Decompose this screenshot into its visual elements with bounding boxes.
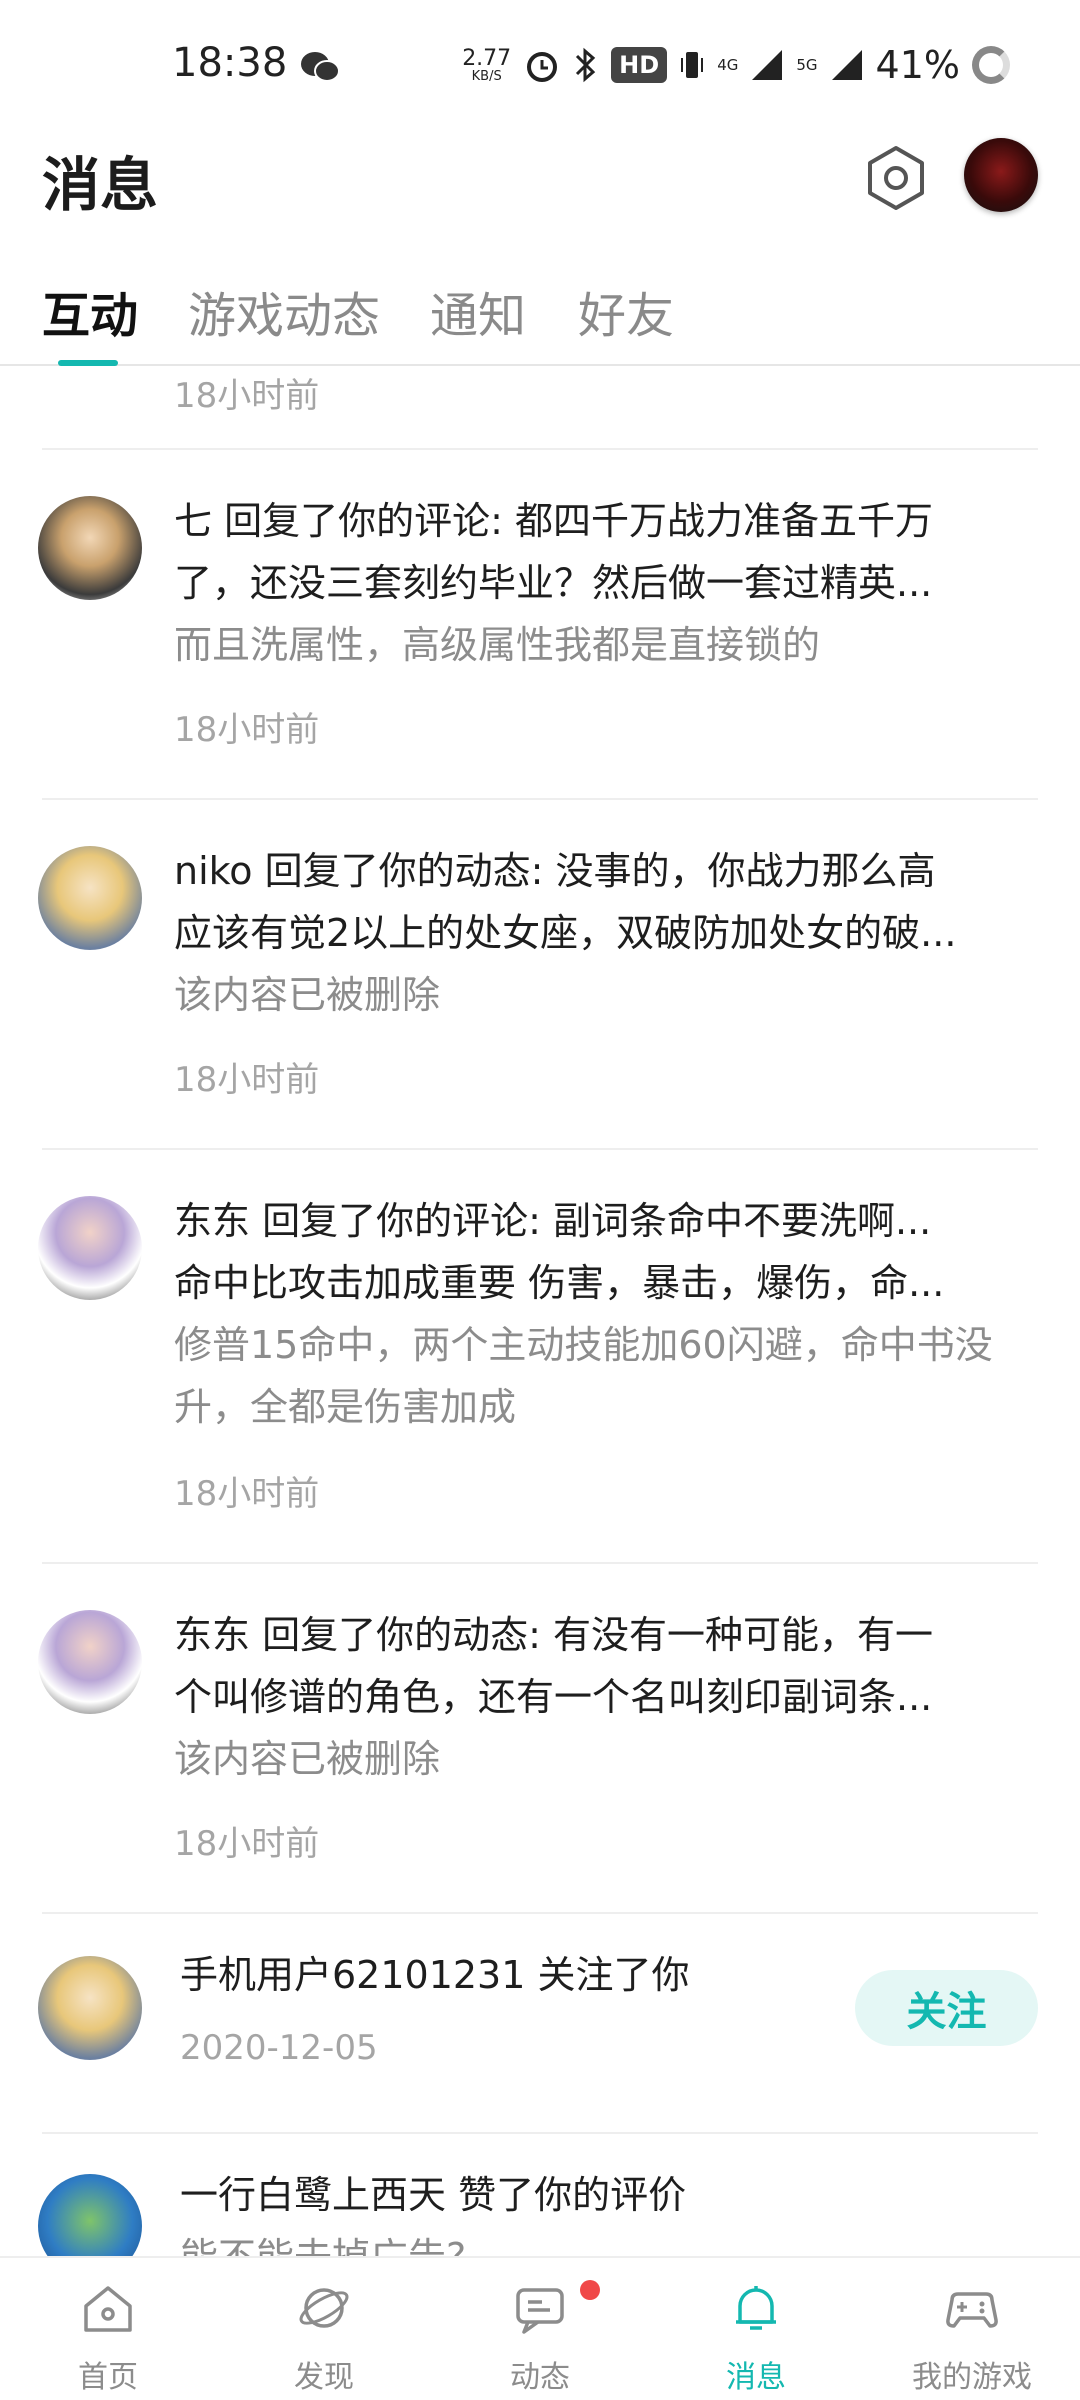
nav-home[interactable]: 首页 (0, 2258, 216, 2400)
message-quote: 该内容已被删除 (174, 1737, 441, 1781)
list-item[interactable]: niko 回复了你的动态: 没事的，你战力那么高 应该有觉2以上的处女座，双破防… (0, 800, 1080, 1148)
status-indicators: 2.77 KB/S HD 4G 5G 41% (462, 40, 1010, 90)
list-item[interactable]: 手机用户62101231 关注了你 2020-12-05 关注 (0, 1914, 1080, 2132)
message-time: 18小时前 (174, 376, 320, 416)
gamepad-icon (946, 2292, 998, 2328)
tab-bar: 互动 游戏动态 通知 好友 (0, 270, 1080, 366)
vibrate-icon (681, 52, 704, 78)
discover-icon (299, 2288, 349, 2328)
status-time: 18:38 (172, 40, 288, 86)
unread-badge (580, 2280, 600, 2300)
list-item[interactable]: 七 回复了你的评论: 都四千万战力准备五千万 了，还没三套刻约毕业？然后做一套过… (0, 450, 1080, 798)
follow-date: 2020-12-05 (180, 2028, 378, 2068)
list-item[interactable]: 东东 回复了你的评论: 副词条命中不要洗啊... 命中比攻击加成重要 伤害，暴击… (0, 1150, 1080, 1562)
avatar[interactable] (38, 496, 142, 600)
wechat-icon (301, 52, 340, 82)
nav-messages[interactable]: 消息 (648, 2258, 864, 2400)
message-time: 18小时前 (174, 1060, 320, 1100)
tab-game-news[interactable]: 游戏动态 (188, 276, 380, 346)
battery-percent: 41% (875, 43, 960, 87)
tab-friends[interactable]: 好友 (578, 276, 674, 346)
avatar[interactable] (38, 1196, 142, 1300)
avatar[interactable] (38, 846, 142, 950)
like-subtext: 能不能去掉广告? (180, 2226, 1036, 2256)
message-list[interactable]: 18小时前 七 回复了你的评论: 都四千万战力准备五千万 了，还没三套刻约毕业？… (0, 366, 1080, 2256)
message-quote: 该内容已被删除 (174, 973, 441, 1017)
message-text: 七 回复了你的评论: 都四千万战力准备五千万 了，还没三套刻约毕业？然后做一套过… (174, 499, 933, 605)
tab-notifications[interactable]: 通知 (430, 276, 526, 346)
user-avatar[interactable] (964, 138, 1038, 212)
message-quote: 而且洗属性，高级属性我都是直接锁的 (174, 623, 821, 667)
page-title: 消息 (42, 151, 159, 219)
bottom-nav: 首页 发现 动态 消息 我的游戏 (0, 2256, 1080, 2400)
nav-discover[interactable]: 发现 (216, 2258, 432, 2400)
header: 消息 (0, 130, 1080, 230)
feed-icon (516, 2288, 564, 2334)
bluetooth-icon (576, 47, 596, 83)
nav-feed[interactable]: 动态 (432, 2258, 648, 2400)
net-speed: 2.77 KB/S (462, 45, 512, 84)
avatar[interactable] (38, 2174, 142, 2256)
like-text: 一行白鹭上西天 赞了你的评价 (180, 2173, 687, 2217)
bell-icon (736, 2286, 776, 2330)
list-item[interactable]: 一行白鹭上西天 赞了你的评价 能不能去掉广告? (0, 2134, 1080, 2256)
message-quote: 修普15命中，两个主动技能加60闪避，命中书没升，全都是伤害加成 (174, 1323, 993, 1429)
message-text: 东东 回复了你的评论: 副词条命中不要洗啊... 命中比攻击加成重要 伤害，暴击… (174, 1199, 945, 1305)
message-time: 18小时前 (174, 710, 320, 750)
follow-button[interactable]: 关注 (855, 1970, 1038, 2046)
home-icon (84, 2286, 132, 2332)
settings-gear-icon[interactable] (864, 144, 928, 212)
network-5g-label: 5G (796, 56, 818, 74)
message-time: 18小时前 (174, 1474, 320, 1514)
message-text: 东东 回复了你的动态: 有没有一种可能，有一 个叫修谱的角色，还有一个名叫刻印副… (174, 1613, 933, 1719)
message-text: niko 回复了你的动态: 没事的，你战力那么高 应该有觉2以上的处女座，双破防… (174, 849, 957, 955)
avatar[interactable] (38, 1610, 142, 1714)
network-4g-label: 4G (717, 56, 739, 74)
list-item[interactable]: 东东 回复了你的动态: 有没有一种可能，有一 个叫修谱的角色，还有一个名叫刻印副… (0, 1564, 1080, 1912)
nav-my-games[interactable]: 我的游戏 (864, 2258, 1080, 2400)
alarm-icon (527, 52, 558, 82)
battery-ring-icon (972, 46, 1010, 84)
status-bar: 18:38 2.77 KB/S HD 4G 5G 41% (0, 0, 1080, 130)
avatar[interactable] (38, 1956, 142, 2060)
signal-icon (831, 50, 862, 80)
tab-interaction[interactable]: 互动 (42, 276, 138, 346)
message-time: 18小时前 (174, 1824, 320, 1864)
signal-icon (752, 50, 783, 80)
hd-badge: HD (611, 47, 668, 83)
